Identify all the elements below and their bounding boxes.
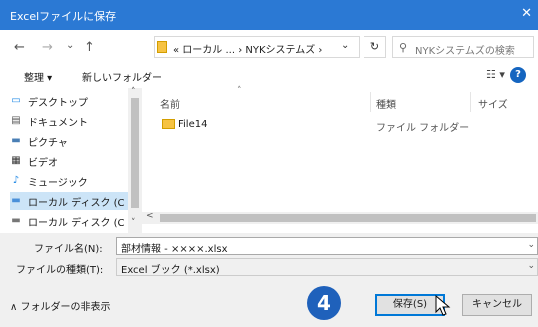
window-title: Excelファイルに保存 xyxy=(10,10,117,23)
search-icon: ⚲ xyxy=(399,41,408,54)
organize-button[interactable]: 整理 ▾ xyxy=(24,69,52,84)
sort-ascending-icon: ˄ xyxy=(237,86,242,96)
address-dropdown-icon[interactable]: ⌄ xyxy=(341,40,349,51)
back-arrow-icon[interactable]: ← xyxy=(14,40,25,55)
filename-value: 部材情報 - ××××.xlsx xyxy=(121,244,228,255)
desktop-icon: ▭ xyxy=(11,95,21,106)
dialog-footer: ∧ フォルダーの非表示 4 保存(S) キャンセル xyxy=(0,283,538,327)
filename-label: ファイル名(N): xyxy=(34,244,103,255)
forward-arrow-icon[interactable]: → xyxy=(42,40,53,55)
scroll-up-icon[interactable]: ˄ xyxy=(131,87,136,97)
file-name: File14 xyxy=(178,119,208,130)
local-disk-icon: ▬ xyxy=(11,195,21,206)
scrollbar-thumb[interactable] xyxy=(160,214,536,222)
local-disk-2-icon: ▬ xyxy=(11,215,21,226)
file-type: ファイル フォルダー xyxy=(376,123,470,134)
close-icon[interactable]: ✕ xyxy=(521,6,532,21)
table-row[interactable]: File14 ファイル フォルダー xyxy=(152,116,532,136)
scroll-left-icon[interactable]: < xyxy=(146,211,154,221)
address-bar[interactable]: « ローカル ... › NYKシステムズ › xyxy=(154,36,360,58)
hide-folders-button[interactable]: ∧ フォルダーの非表示 xyxy=(10,298,111,313)
column-divider[interactable] xyxy=(370,92,371,112)
column-header-type[interactable]: 種類 xyxy=(376,96,396,111)
sidebar-item-local-disk-2[interactable]: ▬ ローカル ディスク (C xyxy=(10,212,136,230)
title-bar: Excelファイルに保存 ✕ xyxy=(0,0,538,30)
up-arrow-icon[interactable]: ↑ xyxy=(84,40,95,55)
navigation-pane: ▭ デスクトップ ▤ ドキュメント ▬ ピクチャ ▦ ビデオ ♪ ミュージック … xyxy=(0,88,142,233)
folder-icon xyxy=(162,119,175,129)
sidebar-item-videos[interactable]: ▦ ビデオ xyxy=(10,152,136,170)
chevron-down-icon[interactable]: ⌄ xyxy=(527,261,535,271)
refresh-button[interactable]: ↻ xyxy=(364,36,386,58)
horizontal-scrollbar[interactable]: < xyxy=(142,211,538,224)
step-badge: 4 xyxy=(307,286,341,320)
mouse-pointer-icon xyxy=(435,295,451,316)
view-options-icon[interactable]: ☷ ▾ xyxy=(486,68,505,81)
music-icon: ♪ xyxy=(12,175,20,186)
sidebar-item-music[interactable]: ♪ ミュージック xyxy=(10,172,136,190)
filename-field[interactable]: 部材情報 - ××××.xlsx ⌄ xyxy=(116,237,538,255)
sidebar-item-pictures[interactable]: ▬ ピクチャ xyxy=(10,132,136,150)
file-fields: ファイル名(N): 部材情報 - ××××.xlsx ⌄ ファイルの種類(T):… xyxy=(0,233,538,283)
column-divider[interactable] xyxy=(470,92,471,112)
search-input[interactable]: ⚲ NYKシステムズの検索 xyxy=(392,36,534,58)
new-folder-button[interactable]: 新しいフォルダー xyxy=(82,69,162,84)
help-icon[interactable]: ? xyxy=(510,67,526,83)
breadcrumb[interactable]: « ローカル ... › NYKシステムズ › xyxy=(173,41,322,56)
folder-icon xyxy=(157,41,167,53)
videos-icon: ▦ xyxy=(11,155,21,166)
column-header-size[interactable]: サイズ xyxy=(478,96,508,111)
sidebar-item-documents[interactable]: ▤ ドキュメント xyxy=(10,112,136,130)
filetype-value: Excel ブック (*.xlsx) xyxy=(121,265,220,276)
column-header-name[interactable]: 名前 xyxy=(160,96,180,111)
command-toolbar: 整理 ▾ 新しいフォルダー ☷ ▾ ? xyxy=(0,66,538,88)
pictures-icon: ▬ xyxy=(11,135,21,146)
sidebar-scrollbar[interactable]: ˄ ˅ xyxy=(128,87,142,233)
search-placeholder: NYKシステムズの検索 xyxy=(415,46,515,57)
recent-locations-icon[interactable]: ⌄ xyxy=(66,40,74,51)
sidebar-item-desktop[interactable]: ▭ デスクトップ xyxy=(10,92,136,110)
scrollbar-thumb[interactable] xyxy=(131,98,139,208)
scroll-down-icon[interactable]: ˅ xyxy=(131,218,136,228)
filetype-select[interactable]: Excel ブック (*.xlsx) ⌄ xyxy=(116,258,538,276)
filetype-label: ファイルの種類(T): xyxy=(16,265,104,276)
documents-icon: ▤ xyxy=(11,115,21,126)
sidebar-item-local-disk[interactable]: ▬ ローカル ディスク (C xyxy=(10,192,136,210)
cancel-button[interactable]: キャンセル xyxy=(462,294,532,316)
chevron-down-icon[interactable]: ⌄ xyxy=(527,240,535,250)
